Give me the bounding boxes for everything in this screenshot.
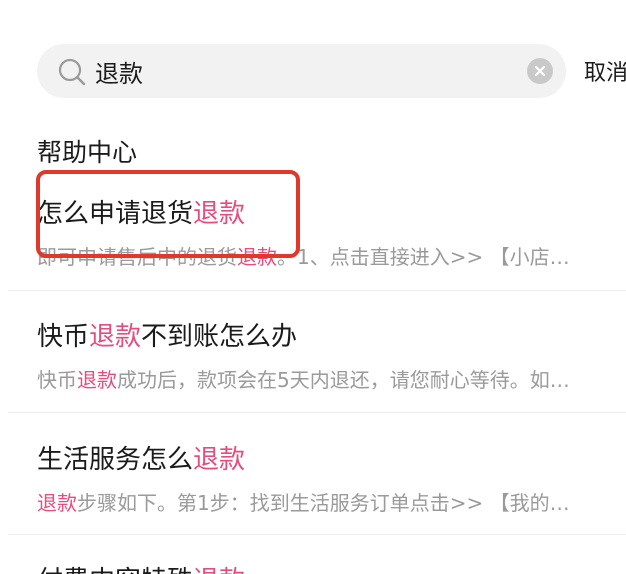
title-highlight: 退款	[193, 566, 245, 574]
result-item[interactable]: 怎么申请退货退款 即可申请售后中的退货退款。1、点击直接进入>> 【小店…	[0, 193, 626, 291]
title-text: 怎么申请退货	[37, 199, 194, 229]
snippet-text: 成功后，款项会在5天内退还，请您耐心等待。如…	[117, 368, 570, 392]
title-text: 不到账怎么办	[141, 322, 298, 352]
clear-icon[interactable]	[527, 58, 553, 84]
snippet-highlight: 退款	[77, 368, 117, 392]
snippet-text: 即可申请售后中的退货	[37, 245, 237, 269]
search-input[interactable]	[95, 44, 515, 98]
result-snippet: 即可申请售后中的退货退款。1、点击直接进入>> 【小店…	[37, 241, 622, 270]
title-text: 生活服务怎么	[37, 445, 194, 475]
title-highlight: 退款	[89, 322, 142, 352]
result-item[interactable]: 快币退款不到账怎么办 快币退款成功后，款项会在5天内退还，请您耐心等待。如…	[0, 316, 626, 414]
result-snippet: 快币退款成功后，款项会在5天内退还，请您耐心等待。如…	[37, 364, 622, 393]
result-snippet: 退款步骤如下。第1步：找到生活服务订单点击>> 【我的…	[37, 487, 622, 516]
title-text: 快币	[37, 322, 90, 352]
search-bar-row: 取消	[0, 0, 626, 120]
divider	[8, 290, 626, 291]
divider	[8, 412, 626, 413]
result-title: 快币退款不到账怎么办	[37, 316, 297, 353]
cancel-button[interactable]: 取消	[584, 55, 626, 87]
divider	[8, 534, 626, 535]
search-box[interactable]	[37, 44, 566, 98]
section-title: 帮助中心	[37, 138, 138, 167]
snippet-highlight: 退款	[237, 245, 277, 269]
title-text: 付费内容特殊	[37, 566, 193, 574]
snippet-text: 快币	[37, 368, 77, 392]
result-title: 生活服务怎么退款	[37, 439, 245, 476]
title-highlight: 退款	[193, 445, 246, 475]
result-item[interactable]: 付费内容特殊退款	[0, 560, 626, 574]
snippet-highlight: 退款	[37, 491, 77, 515]
snippet-text: 。1、点击直接进入>> 【小店…	[277, 245, 570, 269]
result-title: 怎么申请退货退款	[37, 193, 245, 230]
snippet-text: 步骤如下。第1步：找到生活服务订单点击>> 【我的…	[77, 491, 570, 515]
search-icon	[57, 57, 87, 87]
result-title: 付费内容特殊退款	[37, 560, 245, 574]
title-highlight: 退款	[193, 199, 246, 229]
result-item[interactable]: 生活服务怎么退款 退款步骤如下。第1步：找到生活服务订单点击>> 【我的…	[0, 439, 626, 537]
